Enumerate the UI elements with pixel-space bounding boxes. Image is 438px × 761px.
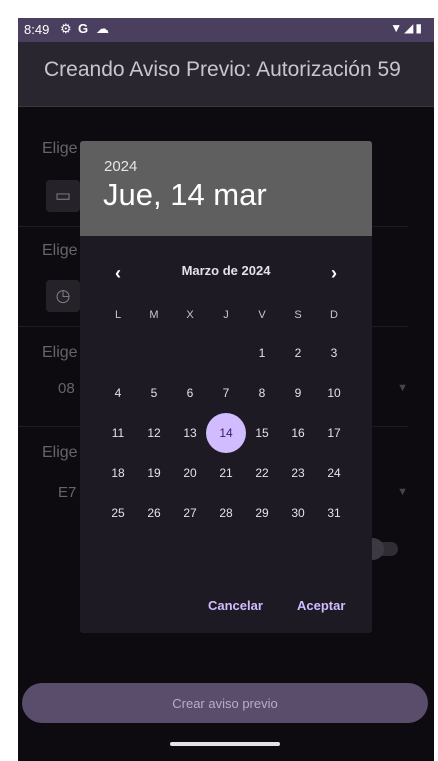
page-title: Creando Aviso Previo: Autorización 59 bbox=[44, 58, 401, 81]
date-picker-dialog: 2024 Jue, 14 mar ‹ Marzo de 2024 › LMXJV… bbox=[80, 141, 372, 633]
selected-date: Jue, 14 mar bbox=[103, 177, 267, 212]
calendar-day[interactable]: 29 bbox=[244, 495, 280, 531]
calendar-day[interactable]: 8 bbox=[244, 375, 280, 411]
wifi-icon: ▼ bbox=[390, 21, 405, 35]
create-notice-label: Crear aviso previo bbox=[172, 695, 278, 711]
weekday-label: V bbox=[258, 309, 266, 321]
calendar-day[interactable]: 25 bbox=[100, 495, 136, 531]
calendar-day[interactable]: 10 bbox=[316, 375, 352, 411]
calendar-day[interactable]: 30 bbox=[280, 495, 316, 531]
date-picker-header: 2024 Jue, 14 mar bbox=[80, 141, 372, 236]
calendar-day[interactable]: 16 bbox=[280, 415, 316, 451]
calendar-day[interactable]: 27 bbox=[172, 495, 208, 531]
phone-screen: 8:49 ⚙ G ☁ ▼◢▮ Creando Aviso Previo: Aut… bbox=[18, 18, 434, 761]
calendar-day[interactable]: 1 bbox=[244, 335, 280, 371]
calendar-day-selected[interactable]: 14 bbox=[206, 413, 246, 453]
selected-year[interactable]: 2024 bbox=[104, 158, 137, 175]
cloud-icon: ☁ bbox=[96, 21, 109, 36]
calendar-day[interactable]: 15 bbox=[244, 415, 280, 451]
gesture-nav-bar[interactable] bbox=[170, 742, 280, 746]
weekday-label: L bbox=[114, 309, 122, 321]
weekday-label: J bbox=[223, 309, 229, 321]
calendar-day[interactable]: 22 bbox=[244, 455, 280, 491]
calendar-day[interactable]: 31 bbox=[316, 495, 352, 531]
next-month-button[interactable]: › bbox=[320, 259, 348, 287]
signal-icon: ◢ bbox=[404, 21, 416, 35]
calendar-day[interactable]: 18 bbox=[100, 455, 136, 491]
status-time: 8:49 bbox=[24, 22, 50, 37]
weekday-label: D bbox=[330, 309, 338, 321]
cancel-button[interactable]: Cancelar bbox=[208, 598, 263, 613]
calendar-day[interactable]: 19 bbox=[136, 455, 172, 491]
calendar-day[interactable]: 12 bbox=[136, 415, 172, 451]
weekday-label: M bbox=[149, 309, 159, 321]
weekday-label: X bbox=[186, 309, 194, 321]
calendar-day[interactable]: 9 bbox=[280, 375, 316, 411]
app-bar: Creando Aviso Previo: Autorización 59 bbox=[18, 42, 434, 107]
calendar-day[interactable]: 3 bbox=[316, 335, 352, 371]
calendar-day[interactable]: 2 bbox=[280, 335, 316, 371]
settings-icon: ⚙ bbox=[60, 21, 72, 36]
calendar-day[interactable]: 24 bbox=[316, 455, 352, 491]
create-notice-button[interactable]: Crear aviso previo bbox=[22, 683, 428, 723]
calendar-day[interactable]: 23 bbox=[280, 455, 316, 491]
calendar-day[interactable]: 4 bbox=[100, 375, 136, 411]
weekday-label: S bbox=[294, 309, 302, 321]
calendar-day[interactable]: 20 bbox=[172, 455, 208, 491]
status-right-icons: ▼◢▮ bbox=[390, 21, 424, 35]
accept-button[interactable]: Aceptar bbox=[297, 598, 345, 613]
calendar-day[interactable]: 11 bbox=[100, 415, 136, 451]
calendar-day[interactable]: 26 bbox=[136, 495, 172, 531]
google-icon: G bbox=[78, 21, 89, 36]
calendar-day[interactable]: 7 bbox=[208, 375, 244, 411]
weekday-header: LMXJVSD bbox=[100, 309, 352, 329]
calendar-day[interactable]: 6 bbox=[172, 375, 208, 411]
battery-icon: ▮ bbox=[415, 21, 424, 35]
calendar-day[interactable]: 28 bbox=[208, 495, 244, 531]
calendar-day[interactable]: 13 bbox=[172, 415, 208, 451]
calendar-day[interactable]: 21 bbox=[208, 455, 244, 491]
calendar-day[interactable]: 5 bbox=[136, 375, 172, 411]
calendar-grid: 1 2 3 4 5 6 7 8 9 10 11 12 13 14 15 16 17 18 19 20 21 22 23 24 2… bbox=[100, 333, 352, 573]
status-bar: 8:49 ⚙ G ☁ ▼◢▮ bbox=[18, 18, 434, 42]
chevron-right-icon: › bbox=[331, 262, 337, 283]
calendar-day[interactable]: 17 bbox=[316, 415, 352, 451]
